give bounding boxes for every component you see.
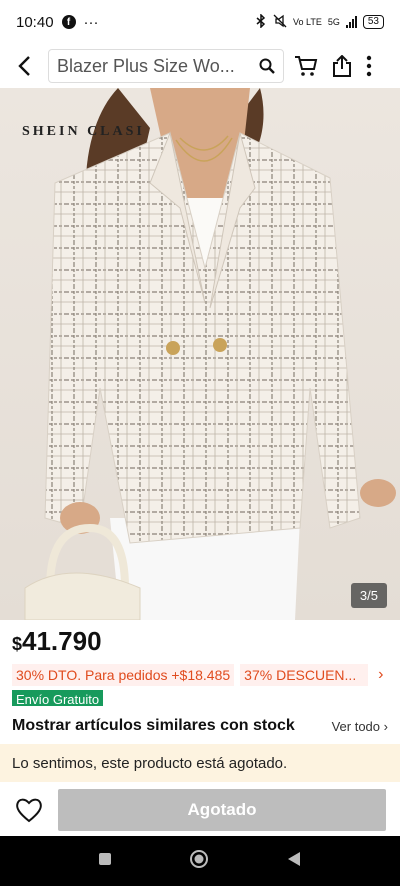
heart-icon[interactable] [15, 797, 43, 823]
system-back-button[interactable] [286, 851, 302, 872]
mute-icon [273, 14, 287, 31]
image-counter: 3/5 [350, 583, 387, 608]
out-of-stock-notice: Lo sentimos, este producto está agotado. [0, 744, 400, 782]
product-image[interactable]: SHEIN CLASI 3/5 [0, 88, 400, 620]
back-triangle-icon [287, 851, 300, 866]
back-arrow-icon [18, 56, 30, 76]
shipping-label: Envío Gratuito [16, 692, 100, 707]
price-value: 41.790 [22, 626, 102, 656]
see-all-link[interactable]: Ver todo › [332, 719, 388, 734]
promo-chip-1[interactable]: 30% DTO. Para pedidos +$18.485 [12, 664, 235, 686]
network-type: 5G [327, 16, 340, 27]
square-icon [99, 852, 112, 865]
product-price: $41.790 [12, 626, 102, 657]
see-all-label[interactable]: Ver todo [332, 719, 380, 734]
signal-icon [345, 16, 357, 28]
battery-icon: 53 [362, 15, 384, 29]
cart-icon[interactable] [294, 55, 318, 77]
more-options-icon[interactable] [366, 55, 372, 77]
search-icon[interactable] [259, 58, 275, 74]
wishlist-button[interactable] [0, 797, 58, 823]
share-icon[interactable] [332, 55, 352, 77]
chevron-right-icon[interactable]: › [384, 719, 388, 734]
recent-apps-button[interactable] [98, 852, 112, 871]
system-navigation-bar [0, 836, 400, 886]
status-bar: 10:40 f ··· Vo LTE 5G 53 [0, 0, 400, 44]
status-left: 10:40 f ··· [16, 14, 99, 31]
volte-indicator: Vo LTE [293, 16, 322, 27]
more-notifications-icon: ··· [83, 13, 99, 31]
similar-items-title: Mostrar artículos similares con stock [12, 717, 295, 734]
similar-items-section: Mostrar artículos similares con stock Ve… [0, 706, 400, 746]
promotions-row[interactable]: 30% DTO. Para pedidos +$18.485 37% DESCU… [12, 664, 384, 686]
search-box[interactable]: Blazer Plus Size Wo... [48, 49, 284, 83]
sold-out-button[interactable]: Agotado [58, 789, 386, 831]
promo-chip-2[interactable]: 37% DESCUEN... [240, 664, 369, 686]
home-button[interactable] [189, 849, 209, 874]
search-query[interactable]: Blazer Plus Size Wo... [57, 56, 259, 77]
product-photo [24, 88, 396, 620]
bluetooth-icon [255, 12, 267, 31]
header-actions [294, 55, 372, 77]
home-circle-icon [189, 849, 208, 868]
top-app-bar: Blazer Plus Size Wo... [0, 44, 400, 88]
status-time: 10:40 [16, 13, 54, 31]
brand-watermark: SHEIN CLASI [22, 124, 145, 139]
facebook-icon: f [61, 15, 76, 29]
currency-symbol: $ [12, 634, 23, 654]
back-button[interactable] [0, 44, 48, 88]
status-right: Vo LTE 5G 53 [255, 12, 384, 31]
bottom-action-bar: Agotado [0, 784, 400, 836]
chevron-right-icon[interactable]: › [378, 666, 383, 684]
